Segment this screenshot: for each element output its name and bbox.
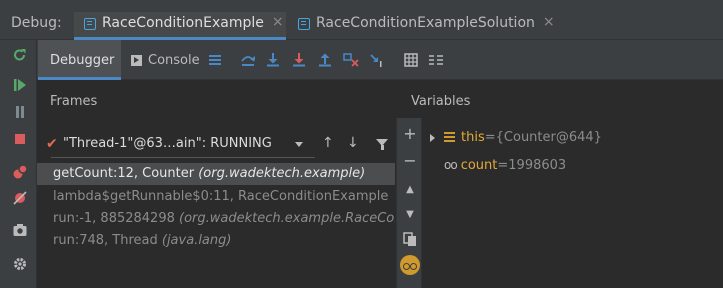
- debug-tab-bar: Debug: RaceConditionExample × RaceCondit…: [0, 0, 723, 40]
- chevron-down-icon[interactable]: [295, 142, 303, 147]
- resume-icon[interactable]: [12, 77, 28, 93]
- rerun-icon[interactable]: [12, 47, 28, 63]
- variables-panel: Variables this = {Counter@644} oo count …: [396, 81, 723, 288]
- glasses-icon: oo: [444, 158, 458, 172]
- variable-row-this[interactable]: this = {Counter@644}: [428, 127, 602, 147]
- stop-icon[interactable]: [12, 131, 28, 147]
- tab-race-condition-example[interactable]: RaceConditionExample ×: [74, 12, 286, 40]
- frame-method: run:-1, 885284298: [53, 211, 180, 226]
- variables-title: Variables: [411, 94, 471, 109]
- show-watches-icon[interactable]: [400, 255, 420, 275]
- next-frame-icon[interactable]: ↓: [347, 135, 359, 151]
- frame-method: run:748, Thread: [53, 233, 162, 248]
- run-config-icon: [298, 18, 310, 30]
- variable-name: count: [460, 157, 498, 173]
- frame-method: getCount:12, Counter: [53, 166, 199, 181]
- close-icon[interactable]: ×: [272, 14, 284, 30]
- mute-breakpoints-icon[interactable]: [12, 190, 28, 206]
- camera-icon[interactable]: [12, 222, 28, 238]
- thread-dropdown[interactable]: "Thread-1"@63…ain": RUNNING: [63, 136, 272, 151]
- variable-separator: =: [497, 157, 509, 173]
- frame-package: (java.lang): [161, 233, 232, 248]
- checkmark-icon: ✔: [46, 136, 58, 152]
- variable-value: 1998603: [508, 157, 567, 173]
- frames-panel: Frames ✔ "Thread-1"@63…ain": RUNNING ↑ ↓…: [37, 81, 395, 288]
- step-out-icon[interactable]: [317, 52, 333, 68]
- force-step-into-icon[interactable]: [291, 52, 307, 68]
- step-into-icon[interactable]: [265, 52, 281, 68]
- frame-row[interactable]: lambda$getRunnable$0:11, RaceConditionEx…: [37, 186, 395, 208]
- variable-row-count[interactable]: oo count = 1998603: [428, 155, 566, 175]
- frame-method: lambda$getRunnable$0:11, RaceConditionEx…: [53, 189, 389, 204]
- settings-icon[interactable]: [12, 256, 28, 272]
- frames-title: Frames: [50, 94, 98, 109]
- previous-frame-icon[interactable]: ↑: [322, 135, 334, 151]
- debug-label: Debug:: [11, 15, 62, 31]
- tab-label: RaceConditionExampleSolution: [316, 15, 535, 31]
- copy-icon[interactable]: [402, 231, 418, 247]
- drop-frame-icon[interactable]: [343, 52, 359, 68]
- run-config-icon: [84, 18, 96, 30]
- divider: [51, 157, 315, 158]
- field-icon: [444, 132, 455, 142]
- tab-debugger[interactable]: Debugger: [38, 40, 121, 80]
- frame-row[interactable]: run:748, Thread (java.lang): [37, 230, 395, 252]
- variable-name: this: [461, 129, 485, 145]
- frame-package: (org.wadektech.example.RaceCon: [179, 211, 395, 226]
- step-over-icon[interactable]: [240, 52, 256, 68]
- frame-row[interactable]: run:-1, 885284298 (org.wadektech.example…: [37, 208, 395, 230]
- left-debug-toolbar: [0, 40, 37, 288]
- pause-icon[interactable]: [12, 104, 28, 120]
- variables-side-toolbar: + − ▲ ▼: [396, 118, 422, 288]
- add-watch-icon[interactable]: +: [402, 126, 418, 142]
- tab-label: RaceConditionExample: [102, 15, 264, 31]
- frame-package: (org.wadektech.example): [198, 166, 366, 181]
- trace-icon[interactable]: [428, 52, 444, 68]
- variable-value: {Counter@644}: [495, 129, 602, 145]
- move-up-icon[interactable]: ▲: [402, 182, 418, 198]
- tab-console-label: Console: [148, 52, 200, 68]
- move-down-icon[interactable]: ▼: [402, 207, 418, 223]
- variable-separator: =: [484, 129, 496, 145]
- tab-console[interactable]: Console: [131, 40, 200, 80]
- menu-icon[interactable]: [207, 52, 223, 68]
- frame-row[interactable]: getCount:12, Counter (org.wadektech.exam…: [37, 163, 395, 185]
- evaluate-expression-icon[interactable]: [403, 52, 419, 68]
- tab-race-condition-example-solution[interactable]: RaceConditionExampleSolution ×: [288, 12, 558, 40]
- view-breakpoints-icon[interactable]: [12, 164, 28, 180]
- console-icon: [131, 54, 142, 66]
- close-icon[interactable]: ×: [543, 14, 555, 30]
- filter-icon[interactable]: [376, 139, 388, 150]
- tab-debugger-label: Debugger: [50, 52, 115, 68]
- debugger-toolbar: Debugger Console: [37, 40, 723, 80]
- run-to-cursor-icon[interactable]: [369, 52, 385, 68]
- remove-watch-icon[interactable]: −: [402, 153, 418, 169]
